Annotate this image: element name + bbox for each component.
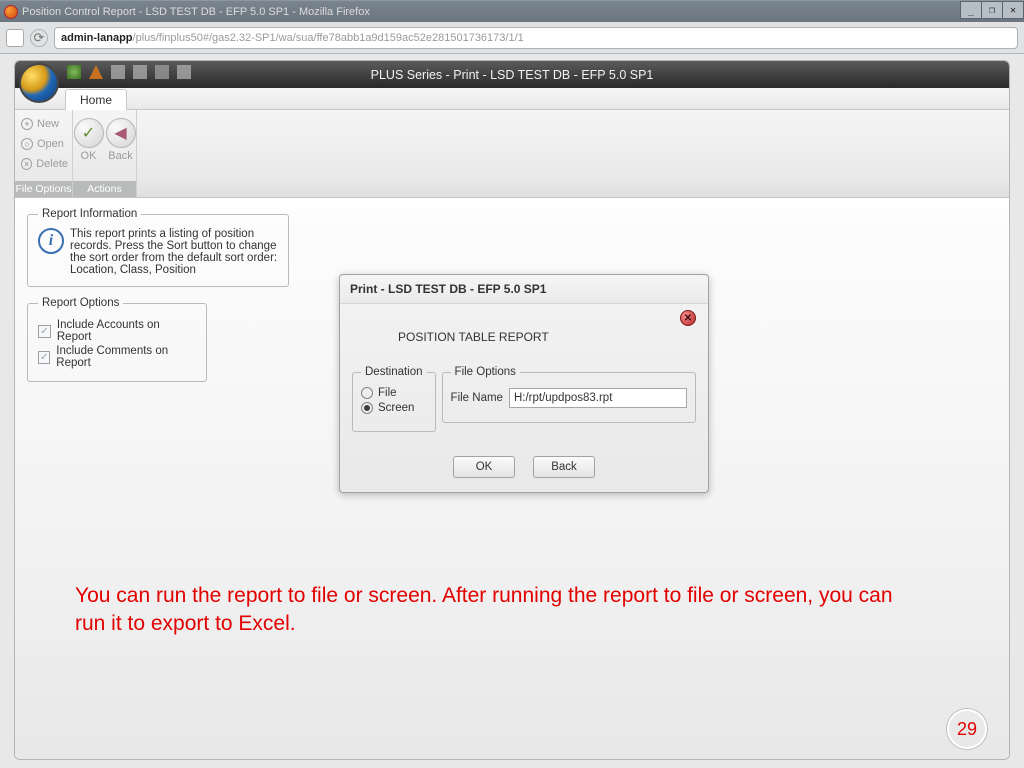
quick-toolbar (67, 65, 191, 79)
dialog-heading: POSITION TABLE REPORT (398, 330, 696, 344)
checkbox-icon: ✓ (38, 325, 51, 338)
back-arrow-icon: ◀ (114, 123, 126, 143)
browser-address-bar: ⟳ admin-lanapp/plus/finplus50#/gas2.32-S… (0, 22, 1024, 54)
app-titlebar: PLUS Series - Print - LSD TEST DB - EFP … (15, 61, 1009, 88)
reload-button[interactable]: ⟳ (30, 29, 48, 47)
toolbar-icon[interactable] (177, 65, 191, 79)
destination-file-radio[interactable]: File (361, 387, 427, 399)
page-icon (6, 29, 24, 47)
toolbar-icon[interactable] (133, 65, 147, 79)
print-dialog: Print - LSD TEST DB - EFP 5.0 SP1 ✕ POSI… (339, 274, 709, 493)
dialog-back-button[interactable]: Back (533, 456, 595, 478)
ribbon: +New ○Open ×Delete File Options ✓ OK ◀ B… (15, 110, 1009, 198)
page-number-badge: 29 (947, 709, 987, 749)
file-name-input[interactable] (509, 388, 687, 408)
ok-button[interactable]: ✓ OK (74, 118, 104, 162)
back-button[interactable]: ◀ Back (106, 118, 136, 162)
destination-legend: Destination (361, 366, 427, 378)
tab-home[interactable]: Home (65, 89, 127, 110)
ribbon-group-file-options: +New ○Open ×Delete File Options (15, 110, 73, 197)
toolbar-icon[interactable] (111, 65, 125, 79)
firefox-icon (4, 5, 18, 19)
main-body: Report Information i This report prints … (15, 208, 1009, 760)
destination-screen-radio[interactable]: Screen (361, 402, 427, 414)
annotation-text: You can run the report to file or screen… (75, 582, 919, 639)
ribbon-group-actions: ✓ OK ◀ Back Actions (73, 110, 137, 197)
toolbar-icon[interactable] (89, 65, 103, 79)
window-close-button[interactable]: ✕ (1002, 1, 1024, 19)
plus-icon: + (21, 118, 33, 130)
open-button[interactable]: ○Open (19, 134, 68, 154)
open-icon: ○ (21, 138, 33, 150)
radio-icon (361, 387, 373, 399)
report-options-group: Report Options ✓ Include Accounts on Rep… (27, 297, 207, 382)
tab-strip: Home (15, 88, 1009, 110)
window-title: Position Control Report - LSD TEST DB - … (22, 6, 370, 18)
include-comments-checkbox[interactable]: ✓ Include Comments on Report (38, 345, 196, 369)
url-path: /plus/finplus50#/gas2.32-SP1/wa/sua/ffe7… (133, 32, 524, 44)
report-options-legend: Report Options (38, 297, 123, 309)
file-options-group: File Options File Name (442, 366, 696, 423)
radio-icon (361, 402, 373, 414)
report-information-legend: Report Information (38, 208, 141, 220)
checkbox-icon: ✓ (38, 351, 50, 364)
info-icon: i (38, 228, 64, 254)
window-minimize-button[interactable]: _ (960, 1, 982, 19)
dialog-close-button[interactable]: ✕ (680, 310, 696, 326)
url-host: admin-lanapp (61, 32, 133, 44)
file-name-label: File Name (451, 392, 503, 404)
include-accounts-checkbox[interactable]: ✓ Include Accounts on Report (38, 319, 196, 343)
group-label-file-options: File Options (15, 181, 72, 197)
delete-icon: × (21, 158, 32, 170)
dialog-ok-button[interactable]: OK (453, 456, 515, 478)
browser-titlebar: Position Control Report - LSD TEST DB - … (0, 0, 1024, 22)
dialog-title: Print - LSD TEST DB - EFP 5.0 SP1 (340, 275, 708, 304)
file-options-legend: File Options (451, 366, 520, 378)
url-input[interactable]: admin-lanapp/plus/finplus50#/gas2.32-SP1… (54, 27, 1018, 49)
toolbar-icon[interactable] (155, 65, 169, 79)
report-information-group: Report Information i This report prints … (27, 208, 289, 287)
toolbar-icon[interactable] (67, 65, 81, 79)
app-logo-icon (19, 63, 59, 103)
new-button[interactable]: +New (19, 114, 68, 134)
destination-group: Destination File Screen (352, 366, 436, 432)
app-window: PLUS Series - Print - LSD TEST DB - EFP … (14, 60, 1010, 760)
report-information-text: This report prints a listing of position… (70, 228, 278, 276)
delete-button[interactable]: ×Delete (19, 154, 68, 174)
check-icon: ✓ (82, 123, 95, 143)
window-restore-button[interactable]: ❐ (981, 1, 1003, 19)
group-label-actions: Actions (73, 181, 136, 197)
